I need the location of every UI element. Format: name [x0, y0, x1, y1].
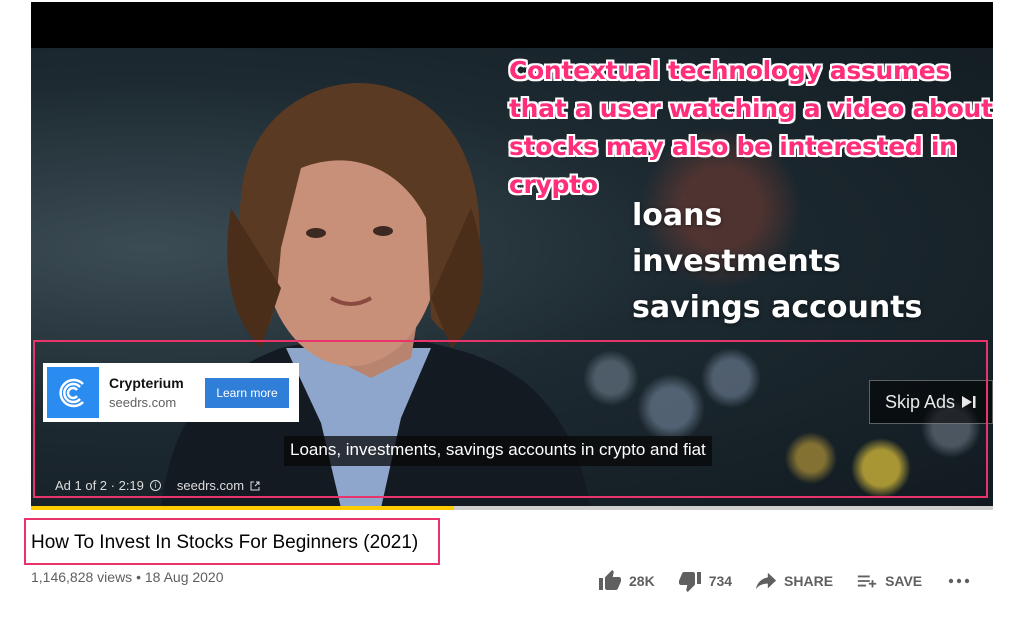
ad-link[interactable]: seedrs.com [177, 478, 244, 493]
ad-counter: Ad 1 of 2 · 2:19 [55, 478, 144, 493]
info-icon[interactable]: i [149, 480, 161, 491]
learn-more-button[interactable]: Learn more [205, 377, 289, 408]
callout-line: crypto [509, 170, 598, 199]
video-player[interactable]: Contextual technology assumes that a use… [31, 2, 993, 508]
playlist-add-icon [857, 575, 877, 588]
video-meta: 1,146,828 views • 18 Aug 2020 [31, 569, 224, 585]
share-arrow-icon [755, 572, 777, 590]
callout-line: that a user watching a video about [509, 94, 993, 123]
like-count: 28K [629, 573, 655, 589]
upload-date: 18 Aug 2020 [144, 569, 224, 585]
skip-ads-label: Skip Ads [884, 391, 956, 412]
callout-line: stocks may also be interested in [509, 132, 957, 161]
save-label: SAVE [885, 573, 923, 589]
video-progress-fill [31, 506, 455, 510]
save-button[interactable]: SAVE [855, 570, 922, 592]
video-title: How To Invest In Stocks For Beginners (2… [31, 532, 419, 553]
video-actions: 28K 734 SHARE SAVE [597, 566, 970, 596]
ad-companion-card[interactable]: Crypterium seedrs.com Learn more [43, 363, 299, 422]
like-button[interactable]: 28K [597, 569, 655, 593]
video-overlay-text: savings accounts [632, 290, 923, 325]
thumbs-up-icon [599, 570, 621, 590]
ad-domain: seedrs.com [109, 395, 177, 410]
callout-line: Contextual technology assumes [509, 56, 950, 85]
ad-text-block: Crypterium seedrs.com [109, 375, 205, 410]
video-overlay-text: investments [632, 244, 841, 279]
share-button[interactable]: SHARE [754, 570, 833, 592]
dislike-count: 734 [708, 573, 733, 589]
video-overlay-text: loans [632, 198, 723, 233]
skip-next-icon [962, 396, 976, 408]
view-count: 1,146,828 views [31, 569, 133, 585]
ad-title: Crypterium [109, 375, 184, 391]
skip-ads-button[interactable]: Skip Ads [869, 380, 993, 424]
share-label: SHARE [784, 573, 834, 589]
video-progress-bar[interactable] [31, 506, 993, 510]
annotation-callout: Contextual technology assumes that a use… [509, 52, 993, 204]
external-link-icon[interactable] [250, 481, 260, 491]
more-actions-button[interactable] [948, 577, 970, 585]
more-horizontal-icon [948, 578, 970, 584]
thumbs-down-icon [678, 572, 701, 592]
crypterium-logo-icon [47, 367, 99, 418]
meta-separator: • [136, 569, 145, 585]
dislike-button[interactable]: 734 [677, 569, 732, 593]
ad-info-bar: Ad 1 of 2 · 2:19 i seedrs.com [55, 478, 260, 493]
subtitle-caption: Loans, investments, savings accounts in … [284, 436, 712, 466]
